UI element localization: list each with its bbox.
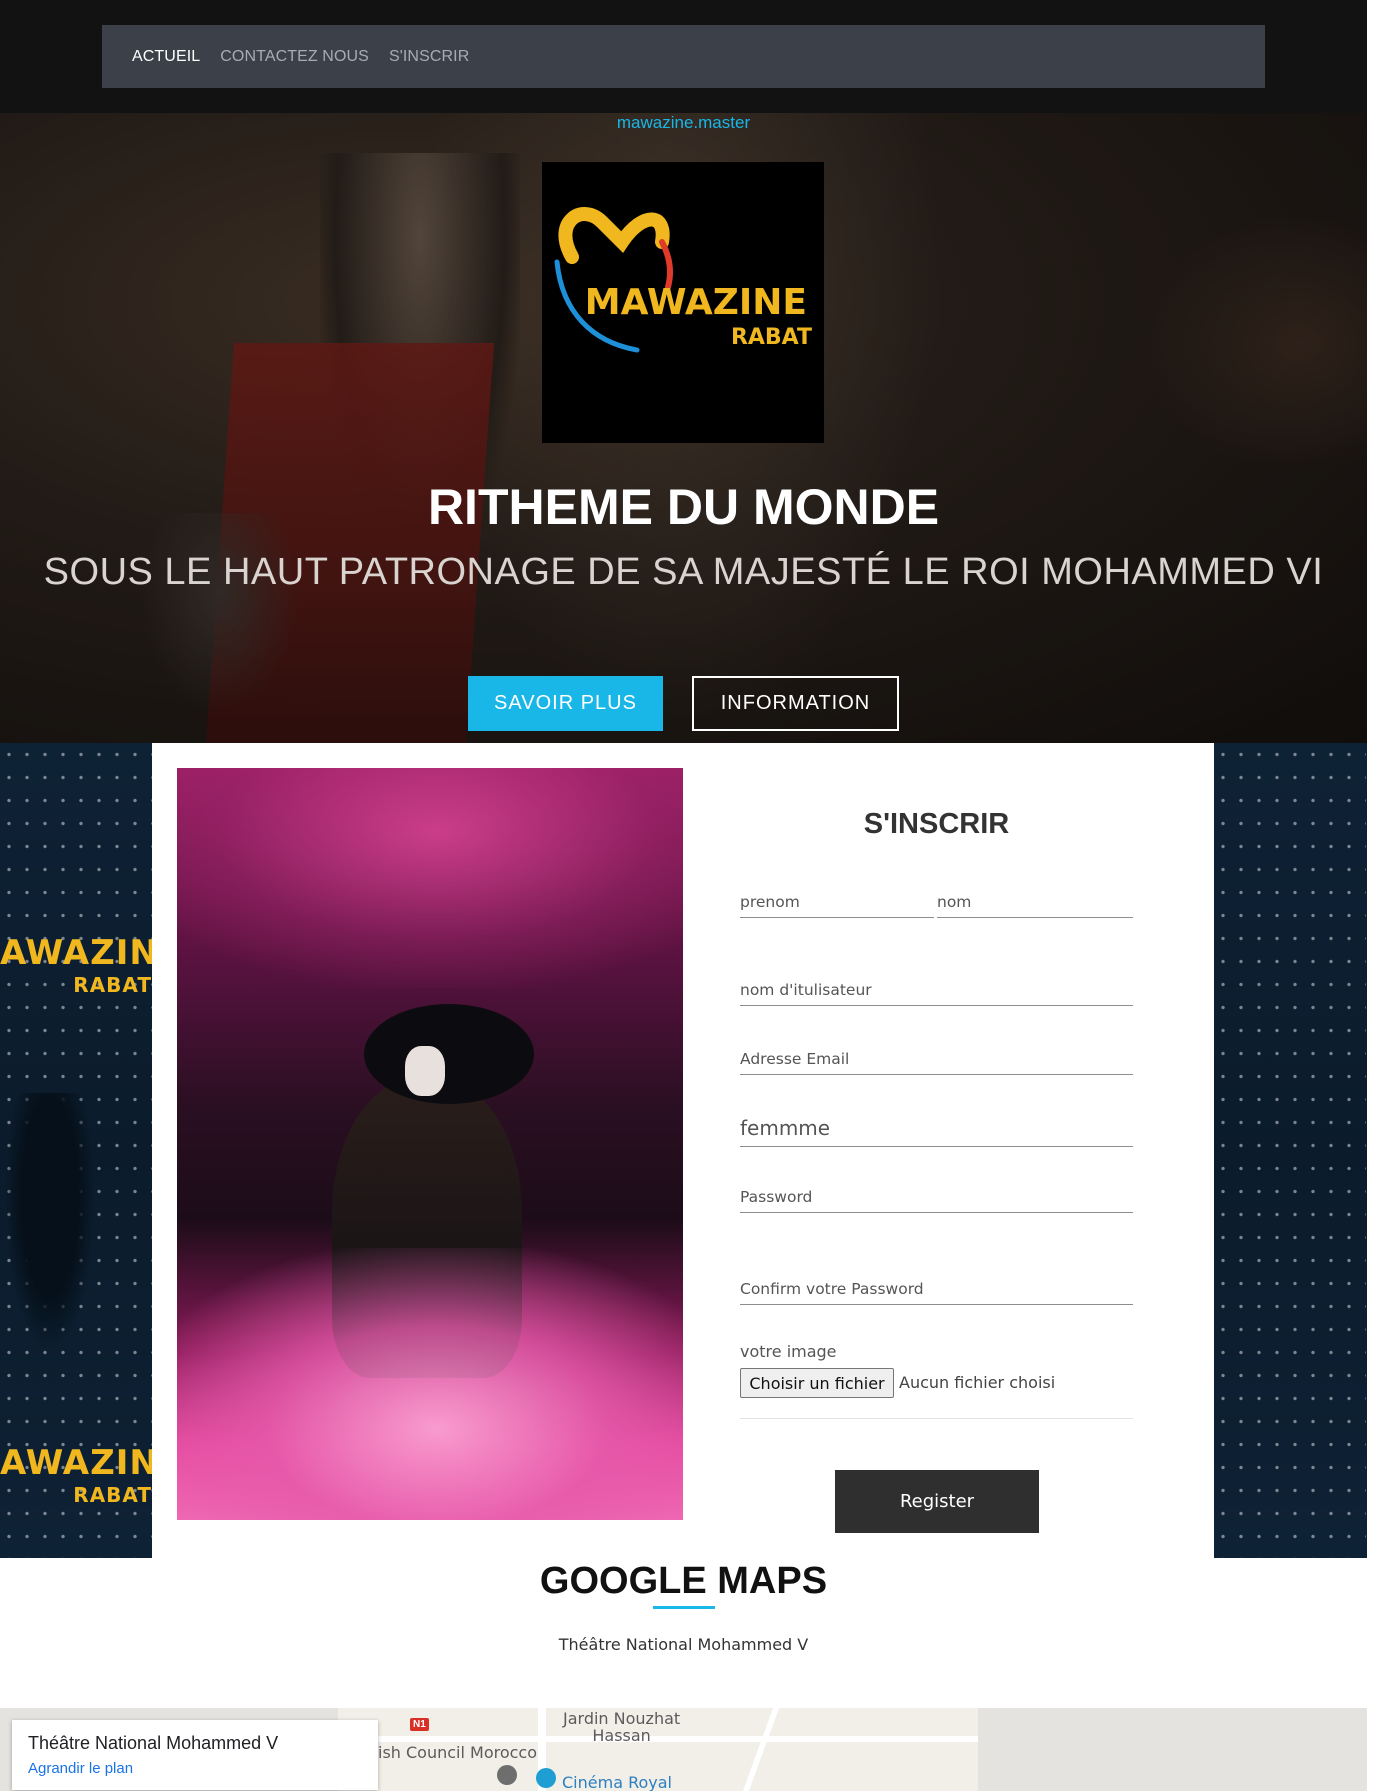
side-logo-bottom-line2: RABAT xyxy=(73,1483,152,1507)
map-label-cinema: Cinéma Royal xyxy=(562,1773,672,1791)
side-logo-top: AWAZINE RABAT xyxy=(0,933,152,997)
nav-item-contactez-nous[interactable]: CONTACTEZ NOUS xyxy=(220,48,369,66)
information-button[interactable]: INFORMATION xyxy=(692,676,899,731)
maps-section-title: GOOGLE MAPS xyxy=(539,1560,828,1602)
register-button[interactable]: Register xyxy=(835,1470,1039,1533)
side-logo-bottom-line1: AWAZINE xyxy=(0,1443,152,1483)
registration-photo xyxy=(177,768,683,1520)
form-divider xyxy=(740,1418,1133,1419)
hero-subtitle: SOUS LE HAUT PATRONAGE DE SA MAJESTÉ LE … xyxy=(43,551,1324,593)
file-status: Aucun fichier choisi xyxy=(899,1373,1056,1392)
logo-subwordmark: RABAT xyxy=(731,325,812,350)
maps-title-underline xyxy=(653,1606,715,1609)
username-input[interactable]: nom d'itulisateur xyxy=(740,977,1133,1006)
side-logo-top-line1: AWAZINE xyxy=(0,933,152,973)
road-badge-n1: N1 xyxy=(410,1718,429,1731)
photo-smoke-top xyxy=(177,768,683,988)
map-pin-icon[interactable] xyxy=(497,1765,517,1785)
email-input[interactable]: Adresse Email xyxy=(740,1046,1133,1075)
choose-file-button[interactable]: Choisir un fichier xyxy=(740,1368,894,1398)
prenom-input[interactable]: prenom xyxy=(740,889,934,918)
confirm-password-input[interactable]: Confirm votre Password xyxy=(740,1276,1133,1305)
photo-person-hat xyxy=(364,1004,534,1104)
password-input[interactable]: Password xyxy=(740,1184,1133,1213)
side-logo-top-line2: RABAT xyxy=(73,973,152,997)
form-title: S'INSCRIR xyxy=(863,808,1010,840)
top-bar: ACTUEIL CONTACTEZ NOUS S'INSCRIR xyxy=(0,0,1367,113)
mawazine-logo-graphic: MAWAZINE RABAT xyxy=(554,207,812,353)
map-road-diagonal xyxy=(742,1708,780,1791)
google-map-embed[interactable]: N1 Jardin Nouzhat Hassan ish Council Mor… xyxy=(0,1708,1367,1791)
maps-location-name: Théâtre National Mohammed V xyxy=(558,1635,809,1654)
gender-select[interactable]: femmme xyxy=(740,1112,1133,1147)
map-label-council: ish Council Morocco xyxy=(378,1743,538,1762)
nom-input[interactable]: nom xyxy=(937,889,1133,918)
mawazine-logo: MAWAZINE RABAT xyxy=(542,162,824,443)
map-label-jardin: Jardin Nouzhat Hassan xyxy=(563,1709,681,1745)
nav-item-actueil[interactable]: ACTUEIL xyxy=(132,48,200,66)
silhouette-figure xyxy=(5,1093,95,1353)
main-nav: ACTUEIL CONTACTEZ NOUS S'INSCRIR xyxy=(102,25,1265,88)
cinema-icon[interactable] xyxy=(536,1768,556,1788)
hero-title: RITHEME DU MONDE xyxy=(427,479,940,535)
photo-smoke-bottom xyxy=(177,1248,683,1520)
photo-person-hand xyxy=(405,1046,445,1096)
nav-item-sinscrir[interactable]: S'INSCRIR xyxy=(389,48,469,66)
logo-wordmark: MAWAZINE xyxy=(585,282,807,323)
map-card-title: Théâtre National Mohammed V xyxy=(28,1733,279,1753)
savoir-plus-button[interactable]: SAVOIR PLUS xyxy=(468,676,663,731)
crowd-lights-right xyxy=(1214,743,1366,1558)
map-place-card: Théâtre National Mohammed V Agrandir le … xyxy=(12,1720,378,1790)
site-name-link[interactable]: mawazine.master xyxy=(0,113,1367,133)
side-logo-bottom: AWAZINE RABAT xyxy=(0,1443,152,1507)
enlarge-map-link[interactable]: Agrandir le plan xyxy=(28,1760,133,1777)
image-upload-label: votre image xyxy=(740,1342,837,1361)
